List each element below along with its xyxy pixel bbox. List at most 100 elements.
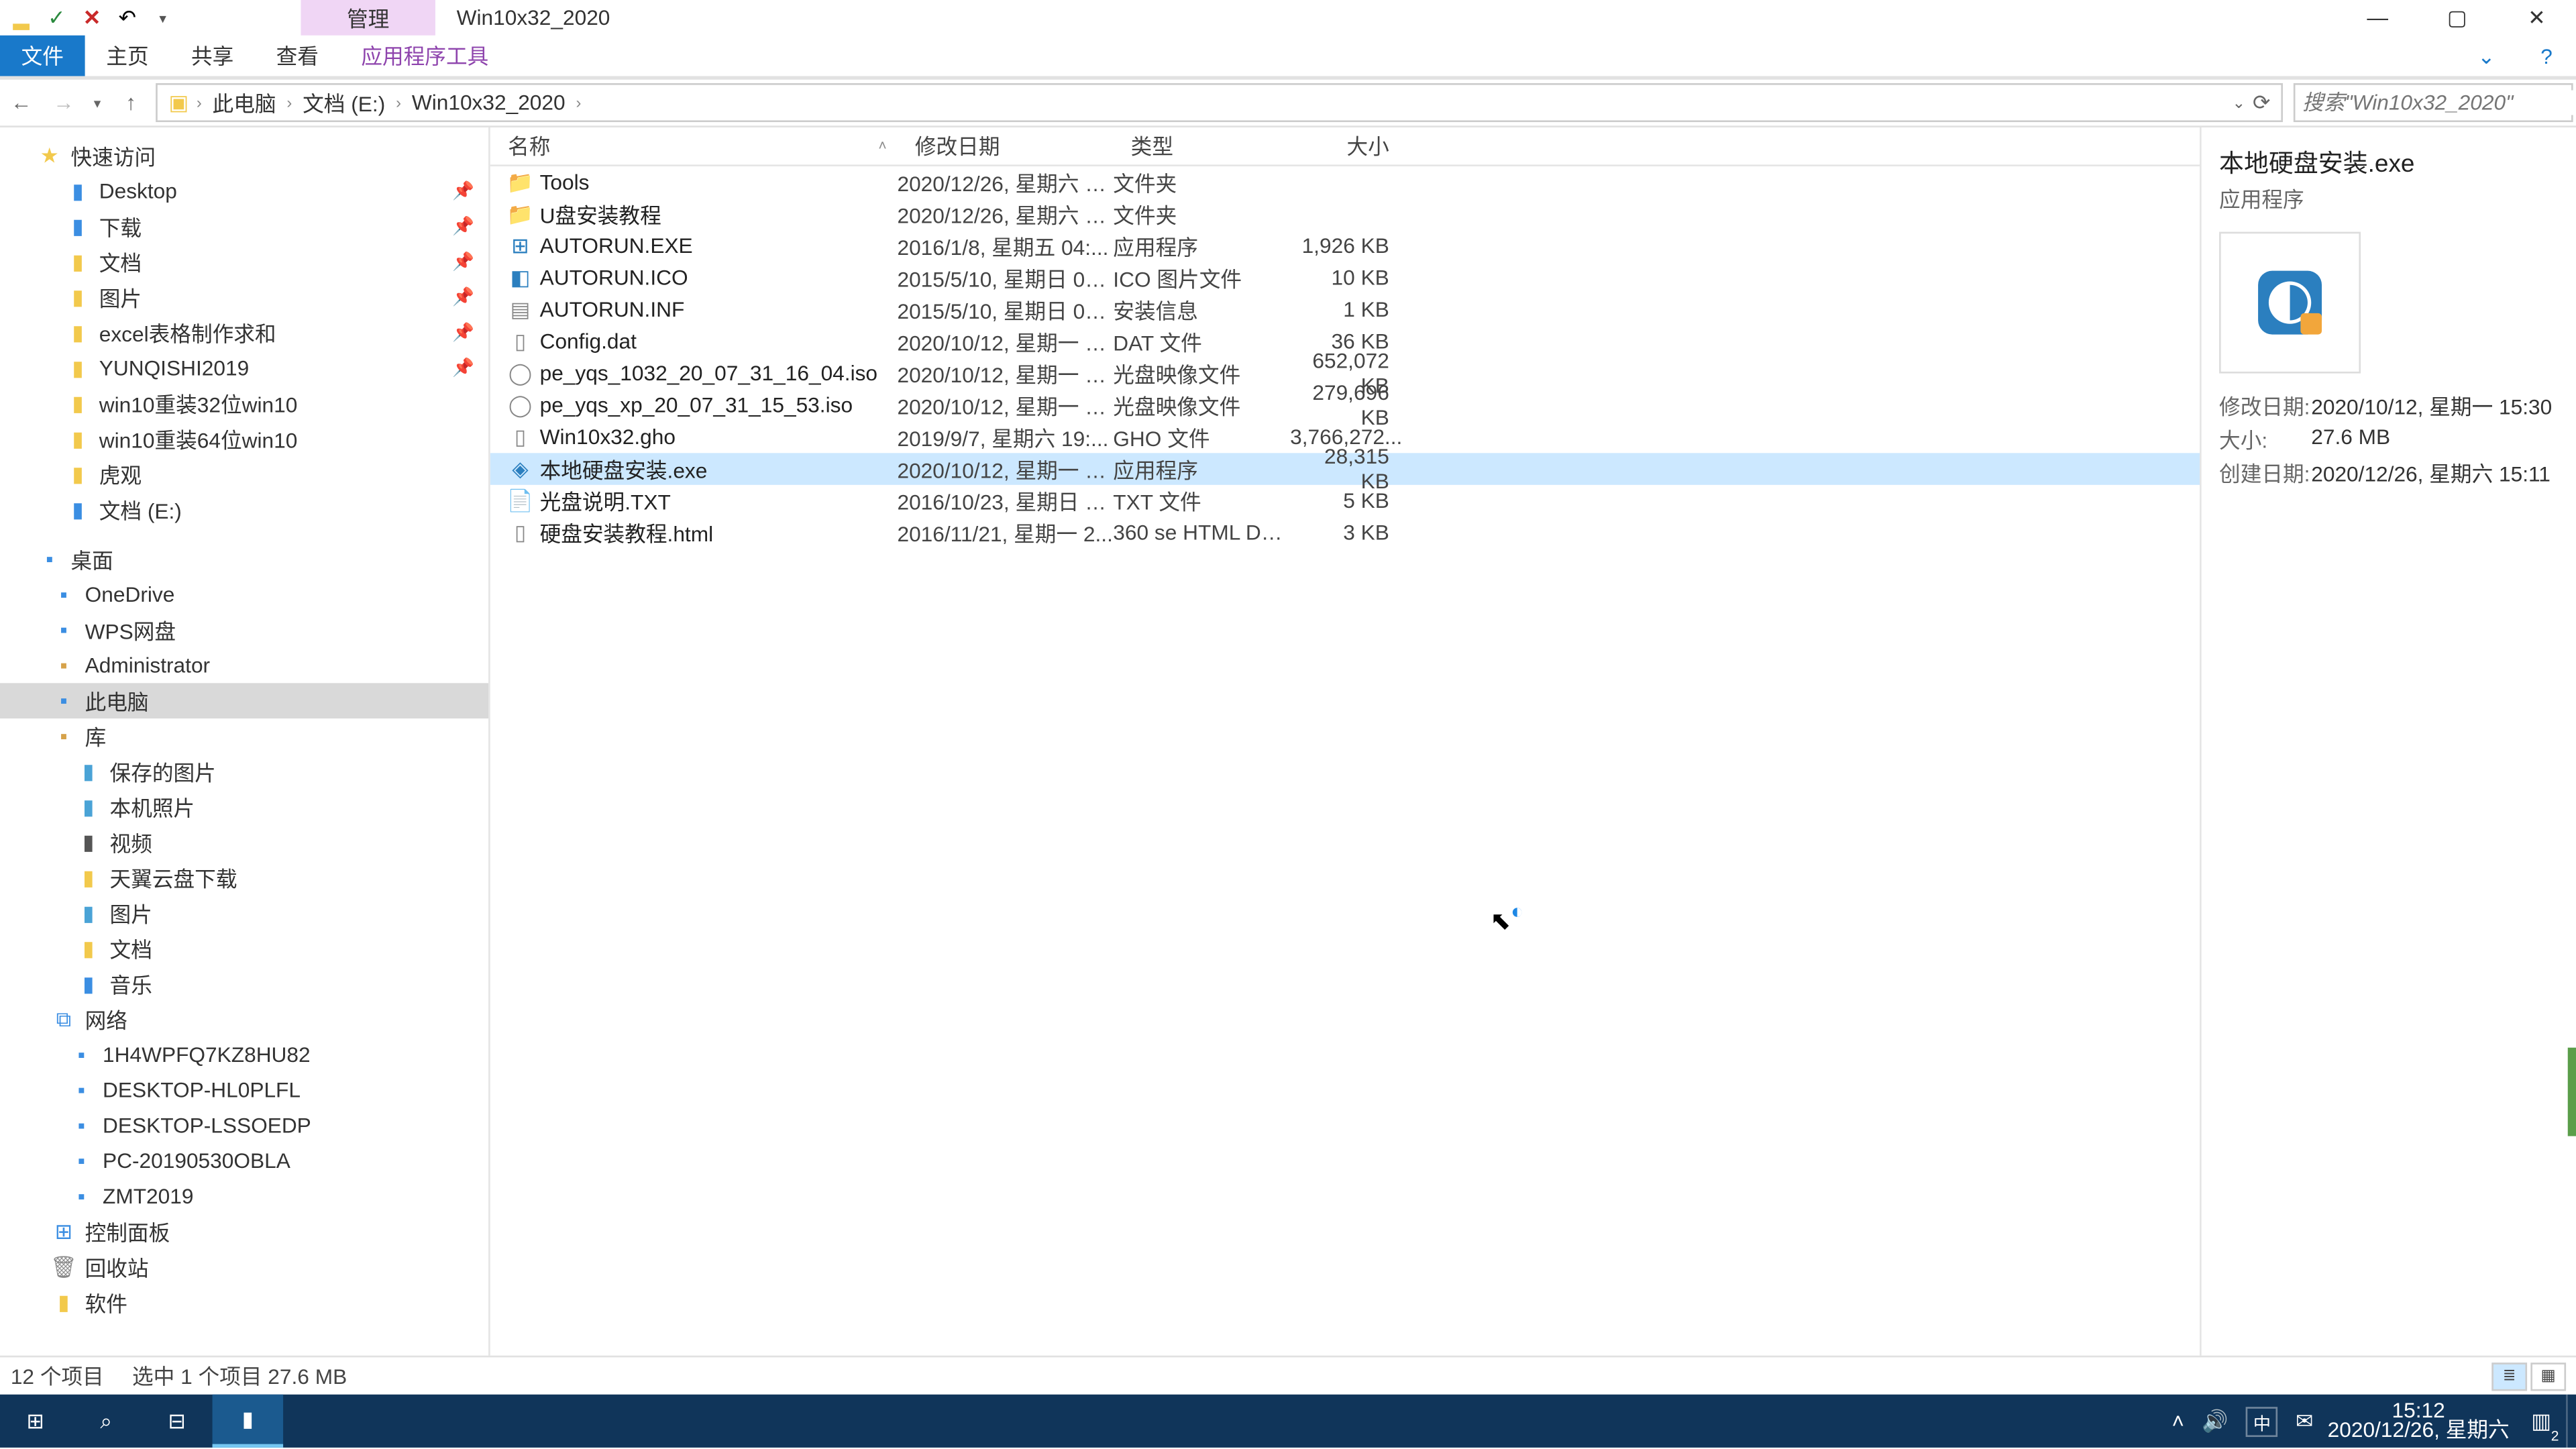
tree-recycle-bin[interactable]: 🗑 回收站	[0, 1249, 488, 1285]
navigation-tree[interactable]: ★ 快速访问 ▮Desktop📌▮下载📌▮文档📌▮图片📌▮excel表格制作求和…	[0, 127, 490, 1356]
column-size[interactable]: 大小	[1290, 131, 1407, 161]
pane-resize-handle[interactable]	[2568, 1048, 2576, 1136]
chevron-right-icon[interactable]: ›	[576, 94, 581, 111]
qat-customize-icon[interactable]: ▾	[145, 0, 180, 36]
tree-item[interactable]: ▪DESKTOP-LSSOEDP	[0, 1108, 488, 1143]
minimize-button[interactable]: —	[2338, 0, 2418, 36]
tree-item[interactable]: ▪Administrator	[0, 648, 488, 684]
tree-item[interactable]: ▮文档	[0, 931, 488, 967]
tree-item[interactable]: ▮保存的图片	[0, 754, 488, 790]
tray-app-icon[interactable]: ✉	[2296, 1409, 2314, 1434]
action-center-button[interactable]: ▥ 2	[2516, 1395, 2566, 1448]
view-details-button[interactable]: ≣	[2491, 1362, 2527, 1390]
tree-item[interactable]: ▮视频	[0, 824, 488, 860]
file-row[interactable]: ▯硬盘安装教程.html2016/11/21, 星期一 2...360 se H…	[490, 517, 2200, 548]
file-row[interactable]: 📁Tools2020/12/26, 星期六 1...文件夹	[490, 166, 2200, 198]
address-dropdown-icon[interactable]: ⌄	[2233, 93, 2246, 112]
file-row[interactable]: ⊞AUTORUN.EXE2016/1/8, 星期五 04:...应用程序1,92…	[490, 230, 2200, 262]
tree-item[interactable]: ▮文档 (E:)	[0, 492, 488, 527]
file-list[interactable]: 📁Tools2020/12/26, 星期六 1...文件夹📁U盘安装教程2020…	[490, 166, 2200, 1356]
column-name[interactable]: 名称˄	[490, 131, 898, 161]
tree-item[interactable]: ▮win10重装64位win10	[0, 421, 488, 457]
recent-dropdown-icon[interactable]: ▾	[85, 80, 110, 126]
ime-indicator[interactable]: 中	[2246, 1406, 2277, 1436]
up-button[interactable]: ↑	[110, 80, 152, 126]
qat-folder-icon[interactable]: ▂	[3, 0, 39, 36]
view-large-icons-button[interactable]: ▦	[2530, 1362, 2566, 1390]
tree-item[interactable]: ▮虎观	[0, 457, 488, 492]
tree-item[interactable]: ▪WPS网盘	[0, 612, 488, 648]
back-button[interactable]: ←	[0, 80, 42, 126]
tab-home[interactable]: 主页	[85, 36, 170, 76]
tree-item[interactable]: ▪DESKTOP-HL0PLFL	[0, 1073, 488, 1108]
taskbar-explorer-icon[interactable]: ▮	[213, 1395, 284, 1448]
tree-item[interactable]: ▮下载📌	[0, 209, 488, 244]
tree-item[interactable]: ▮文档📌	[0, 244, 488, 280]
tree-control-panel[interactable]: ⊞ 控制面板	[0, 1214, 488, 1250]
file-name: Tools	[536, 170, 897, 195]
folder-icon: ▮	[64, 319, 92, 347]
maximize-button[interactable]: ▢	[2418, 0, 2498, 36]
breadcrumb-segment[interactable]: Win10x32_2020	[405, 91, 572, 115]
qat-properties-icon[interactable]: ✓	[39, 0, 74, 36]
tree-item[interactable]: ▮图片	[0, 896, 488, 931]
file-row[interactable]: 📁U盘安装教程2020/12/26, 星期六 1...文件夹	[490, 198, 2200, 229]
taskbar-clock[interactable]: 15:12 2020/12/26, 星期六	[2320, 1395, 2516, 1448]
tree-item[interactable]: ▮天翼云盘下载	[0, 860, 488, 896]
tree-item[interactable]: ▪此电脑	[0, 683, 488, 718]
start-button[interactable]: ⊞	[0, 1395, 71, 1448]
tree-item-icon: ▪	[50, 616, 78, 644]
breadcrumb-segment[interactable]: 此电脑	[205, 88, 283, 118]
tree-item[interactable]: ▮win10重装32位win10	[0, 386, 488, 421]
help-icon[interactable]: ?	[2516, 36, 2576, 76]
chevron-right-icon[interactable]: ›	[197, 94, 202, 111]
tree-item[interactable]: ▮YUNQISHI2019📌	[0, 350, 488, 386]
file-row[interactable]: ◈本地硬盘安装.exe2020/10/12, 星期一 1...应用程序28,31…	[490, 453, 2200, 484]
search-input[interactable]	[2302, 91, 2576, 115]
show-desktop-button[interactable]	[2566, 1395, 2576, 1448]
column-date[interactable]: 修改日期	[897, 131, 1113, 161]
volume-icon[interactable]: 🔊	[2202, 1409, 2228, 1434]
column-type[interactable]: 类型	[1113, 131, 1290, 161]
forward-button[interactable]: →	[42, 80, 85, 126]
tree-quick-access[interactable]: ★ 快速访问	[0, 138, 488, 174]
tree-item[interactable]: ▮图片📌	[0, 280, 488, 315]
tree-software[interactable]: ▮ 软件	[0, 1285, 488, 1320]
tree-item[interactable]: ▮本机照片	[0, 790, 488, 825]
qat-delete-icon[interactable]: ✕	[74, 0, 110, 36]
close-button[interactable]: ✕	[2497, 0, 2576, 36]
tray-overflow-icon[interactable]: ˄	[2171, 1409, 2184, 1434]
file-row[interactable]: ◯pe_yqs_xp_20_07_31_15_53.iso2020/10/12,…	[490, 389, 2200, 421]
qat-undo-icon[interactable]: ↶	[110, 0, 146, 36]
file-icon: ⊞	[504, 232, 536, 260]
file-row[interactable]: 📄光盘说明.TXT2016/10/23, 星期日 0...TXT 文件5 KB	[490, 485, 2200, 517]
chevron-right-icon[interactable]: ›	[286, 94, 292, 111]
tab-file[interactable]: 文件	[0, 36, 85, 76]
tree-label: 视频	[110, 827, 152, 857]
tree-desktop[interactable]: ▪ 桌面	[0, 541, 488, 577]
file-row[interactable]: ▤AUTORUN.INF2015/5/10, 星期日 02...安装信息1 KB	[490, 294, 2200, 325]
tree-item[interactable]: ▪OneDrive	[0, 577, 488, 612]
chevron-right-icon[interactable]: ›	[396, 94, 401, 111]
tree-item[interactable]: ▪PC-20190530OBLA	[0, 1143, 488, 1179]
tab-app-tools[interactable]: 应用程序工具	[340, 36, 510, 76]
tree-item[interactable]: ▮Desktop📌	[0, 174, 488, 209]
tree-item[interactable]: ▮音乐	[0, 966, 488, 1002]
folder-icon: ▮	[64, 283, 92, 311]
file-row[interactable]: ◧AUTORUN.ICO2015/5/10, 星期日 02...ICO 图片文件…	[490, 262, 2200, 293]
tree-item[interactable]: ▪库	[0, 718, 488, 754]
tree-item[interactable]: ▪ZMT2019	[0, 1179, 488, 1214]
ribbon-expand-icon[interactable]: ⌄	[2457, 36, 2517, 76]
task-view-button[interactable]: ⊟	[142, 1395, 213, 1448]
tree-network[interactable]: ⧉ 网络	[0, 1002, 488, 1037]
tab-view[interactable]: 查看	[255, 36, 340, 76]
taskbar-search-icon[interactable]: ⌕	[71, 1395, 142, 1448]
tree-item-icon: ▮	[74, 793, 103, 821]
tree-item[interactable]: ▪1H4WPFQ7KZ8HU82	[0, 1037, 488, 1073]
tree-item[interactable]: ▮excel表格制作求和📌	[0, 315, 488, 351]
tab-share[interactable]: 共享	[170, 36, 255, 76]
breadcrumb-segment[interactable]: 文档 (E:)	[296, 88, 392, 118]
refresh-icon[interactable]: ⟳	[2253, 91, 2271, 115]
search-box[interactable]: ⌕	[2294, 83, 2573, 122]
address-bar[interactable]: ▣ › 此电脑 › 文档 (E:) › Win10x32_2020 › ⌄ ⟳	[156, 83, 2283, 122]
